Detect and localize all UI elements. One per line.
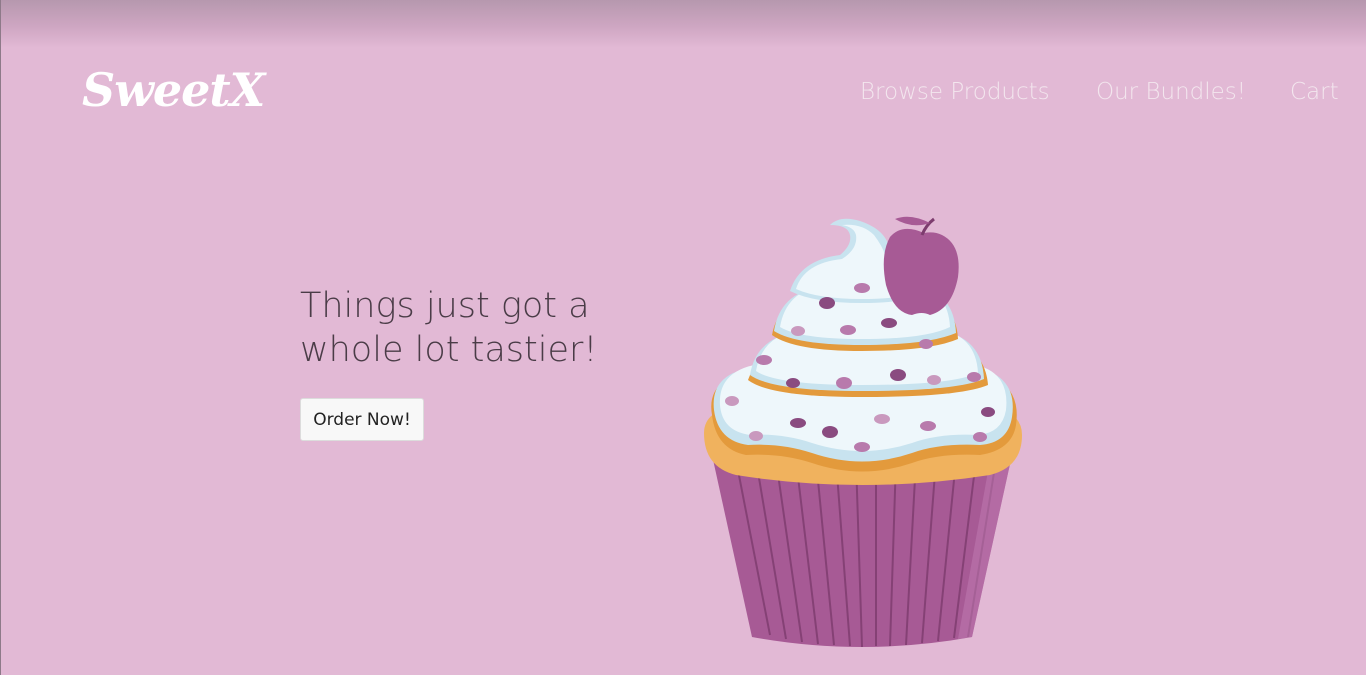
cupcake-illustration [704, 216, 1022, 648]
nav-cart[interactable]: Cart [1290, 76, 1339, 108]
nav-our-bundles[interactable]: Our Bundles! [1096, 76, 1246, 108]
top-shade [0, 0, 1366, 48]
main-nav: Browse Products Our Bundles! Cart [0, 76, 1366, 110]
order-now-button[interactable]: Order Now! [300, 398, 424, 441]
hero-headline: Things just got a whole lot tastier! [300, 286, 598, 370]
nav-browse-products[interactable]: Browse Products [860, 76, 1050, 108]
apple-topping [883, 216, 959, 315]
